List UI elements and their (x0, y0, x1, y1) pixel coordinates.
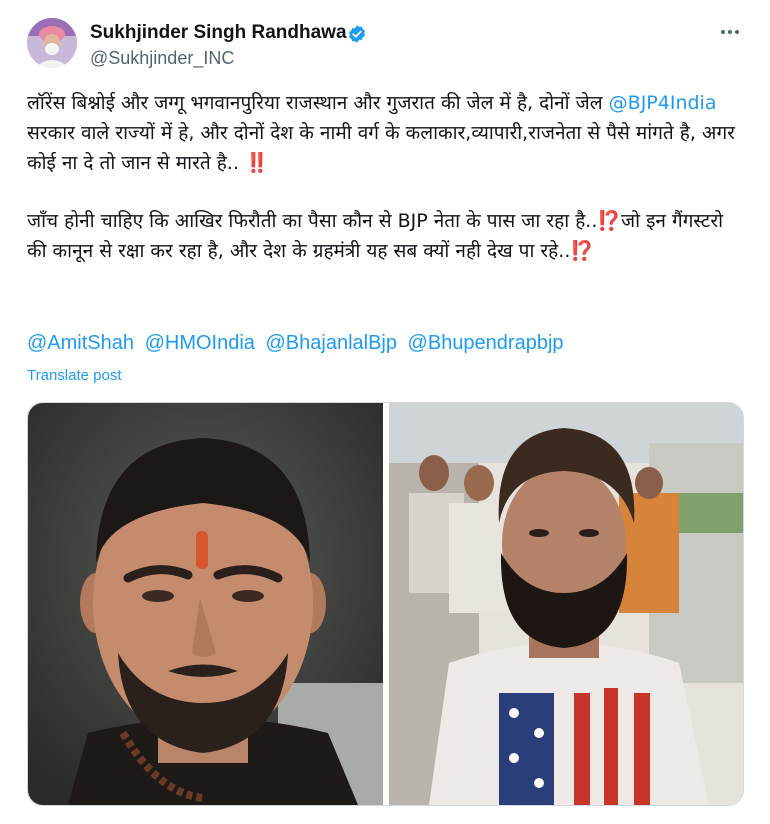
double-exclamation-icon: ‼️ (244, 152, 269, 174)
author-display-name[interactable]: Sukhjinder Singh Randhawa (90, 22, 347, 44)
mention-link-bhajanlalbjp[interactable]: @BhajanlalBjp (265, 332, 397, 354)
tweet-paragraph-2: जाँच होनी चाहिए कि आखिर फिरौती का पैसा क… (27, 206, 742, 266)
exclamation-question-icon: ⁉️ (570, 240, 595, 262)
tweet-paragraph-1: लॉरेंस बिश्नोई और जग्गू भगवानपुरिया राजस… (27, 88, 742, 178)
mention-link-bjp4india[interactable]: @BJP4India (609, 92, 717, 114)
text-segment: लॉरेंस बिश्नोई और जग्गू भगवानपुरिया राजस… (27, 92, 609, 114)
translate-post-link[interactable]: Translate post (27, 367, 122, 384)
author-avatar[interactable] (27, 18, 77, 68)
text-segment: जाँच होनी चाहिए कि आखिर फिरौती का पैसा क… (27, 210, 598, 232)
text-segment: सरकार वाले राज्यों में हे, और दोनों देश … (27, 122, 735, 174)
tweet-text: लॉरेंस बिश्नोई और जग्गू भगवानपुरिया राजस… (27, 88, 742, 294)
man-with-tilak-photo[interactable] (28, 403, 383, 805)
tweet: Sukhjinder Singh Randhawa @Sukhjinder_IN… (0, 0, 770, 824)
author-handle[interactable]: @Sukhjinder_INC (90, 48, 234, 69)
mention-link-hmoindia[interactable]: @HMOIndia (145, 332, 255, 354)
media-container[interactable] (27, 402, 744, 806)
mentions-line: @AmitShah @HMOIndia @BhajanlalBjp @Bhupe… (27, 332, 742, 355)
verified-badge-icon (349, 25, 365, 43)
exclamation-question-icon: ⁉️ (597, 210, 622, 232)
profile-avatar-icon (27, 18, 77, 68)
mention-link-bhupendrapbjp[interactable]: @Bhupendrapbjp (408, 332, 564, 354)
more-options-icon[interactable] (716, 20, 744, 48)
mention-link-amitshah[interactable]: @AmitShah (27, 332, 134, 354)
bearded-man-stars-shirt-photo[interactable] (389, 403, 743, 805)
